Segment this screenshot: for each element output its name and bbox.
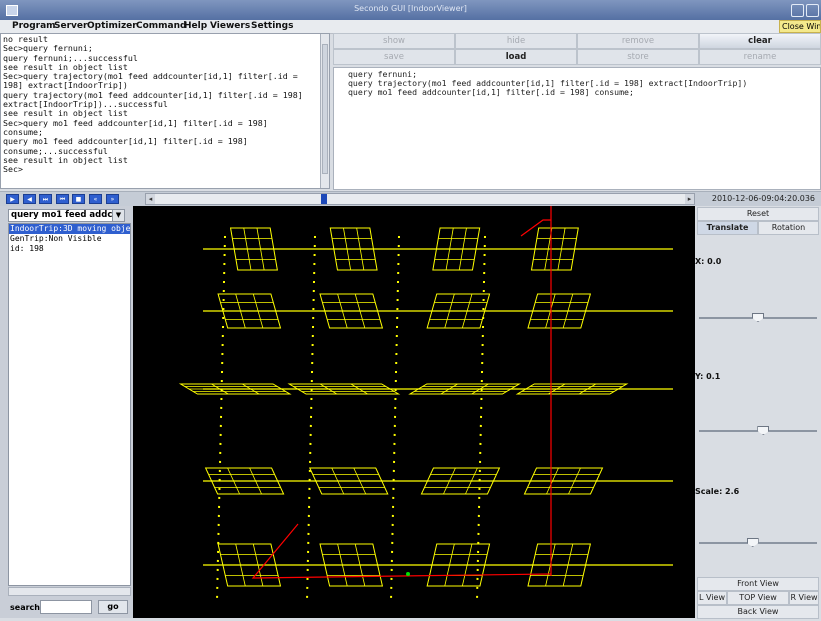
back-view-button[interactable]: Back View bbox=[697, 605, 819, 619]
time-label: 2010-12-06-09:04:20.036 bbox=[711, 194, 815, 203]
query-combo[interactable]: query mo1 feed addco... ▼ bbox=[8, 209, 125, 222]
x-slider-thumb[interactable] bbox=[752, 313, 764, 322]
skip-forward-icon[interactable]: ⏭ bbox=[39, 194, 52, 204]
console-scroll-thumb[interactable] bbox=[322, 44, 328, 174]
x-slider[interactable] bbox=[699, 313, 817, 323]
chevron-down-icon[interactable]: ▼ bbox=[112, 210, 124, 221]
close-window-button[interactable]: Close Wind bbox=[779, 20, 821, 33]
indoor-3d-viewer[interactable] bbox=[133, 206, 695, 618]
title-bar: Secondo GUI [IndoorViewer] bbox=[0, 0, 821, 20]
minimize-icon[interactable] bbox=[791, 4, 804, 17]
r-view-button[interactable]: R View bbox=[789, 591, 819, 605]
view-control-panel: Reset Translate Rotation X: 0.0 Y: 0.1 S… bbox=[695, 206, 821, 619]
console-text: no result Sec>query fernuni; query fernu… bbox=[3, 34, 303, 175]
time-slider-knob[interactable] bbox=[320, 194, 327, 204]
stair-column-2 bbox=[390, 235, 400, 602]
y-label: Y: 0.1 bbox=[695, 372, 721, 381]
maximize-icon[interactable] bbox=[806, 4, 819, 17]
reset-button[interactable]: Reset bbox=[697, 207, 819, 221]
y-slider[interactable] bbox=[699, 426, 817, 436]
store-button[interactable]: store bbox=[577, 49, 699, 65]
floorplan-canvas bbox=[178, 206, 673, 602]
tab-rotation[interactable]: Rotation bbox=[758, 221, 819, 235]
x-label: X: 0.0 bbox=[695, 257, 722, 266]
scale-label: Scale: 2.6 bbox=[695, 487, 740, 496]
query-combo-value: query mo1 feed addco... bbox=[11, 210, 125, 220]
load-button[interactable]: load bbox=[455, 49, 577, 65]
search-row: search go bbox=[8, 600, 131, 616]
window-title: Secondo GUI [IndoorViewer] bbox=[354, 4, 467, 13]
menu-viewers[interactable]: Viewers bbox=[210, 21, 250, 31]
scale-slider-thumb[interactable] bbox=[746, 538, 759, 547]
front-view-button[interactable]: Front View bbox=[697, 577, 819, 591]
object-button-grid: show hide remove clear save load store r… bbox=[333, 33, 821, 67]
tab-translate[interactable]: Translate bbox=[697, 221, 758, 235]
console-scrollbar[interactable] bbox=[320, 34, 329, 188]
menu-program[interactable]: Program bbox=[12, 21, 56, 31]
search-input[interactable] bbox=[40, 600, 92, 614]
object-panel: query mo1 feed addco... ▼ IndoorTrip:3D … bbox=[0, 206, 133, 618]
command-console[interactable]: no result Sec>query fernuni; query fernu… bbox=[0, 33, 330, 189]
scale-slider[interactable] bbox=[699, 538, 817, 548]
fast-forward-icon[interactable]: » bbox=[106, 194, 119, 204]
go-button[interactable]: go bbox=[98, 600, 128, 614]
play-icon[interactable]: ▶ bbox=[6, 194, 19, 204]
skip-back-icon[interactable]: ⏮ bbox=[56, 194, 69, 204]
rewind-icon[interactable]: « bbox=[89, 194, 102, 204]
trajectory-bottom bbox=[251, 523, 552, 579]
stair-column-3 bbox=[476, 235, 486, 602]
object-list-scrollbar[interactable] bbox=[8, 587, 131, 596]
moving-object-marker bbox=[406, 572, 410, 576]
top-view-button[interactable]: TOP View bbox=[727, 591, 789, 605]
query-history[interactable]: query fernuni; query trajectory(mo1 feed… bbox=[333, 67, 821, 190]
menu-bar: Program Server Optimizer Command Help Vi… bbox=[0, 20, 821, 34]
stair-column-1 bbox=[306, 235, 316, 602]
rename-button[interactable]: rename bbox=[699, 49, 821, 65]
time-slider[interactable]: ◂ ▸ bbox=[145, 193, 695, 205]
list-item[interactable]: id: 198 bbox=[9, 244, 130, 254]
hide-button[interactable]: hide bbox=[455, 33, 577, 49]
menu-command[interactable]: Command bbox=[136, 21, 186, 31]
save-button[interactable]: save bbox=[333, 49, 455, 65]
search-label: search bbox=[10, 603, 40, 612]
stop-icon[interactable]: ■ bbox=[72, 194, 85, 204]
time-slider-left-arrow[interactable]: ◂ bbox=[146, 194, 155, 204]
step-back-icon[interactable]: ◀ bbox=[23, 194, 36, 204]
history-text: query fernuni; query trajectory(mo1 feed… bbox=[348, 69, 748, 98]
menu-server[interactable]: Server bbox=[54, 21, 87, 31]
clear-button[interactable]: clear bbox=[699, 33, 821, 49]
list-item[interactable]: GenTrip:Non Visible bbox=[9, 234, 130, 244]
l-view-button[interactable]: L View bbox=[697, 591, 727, 605]
list-item[interactable]: IndoorTrip:3D moving obje bbox=[9, 224, 130, 234]
menu-help[interactable]: Help bbox=[184, 21, 207, 31]
remove-button[interactable]: remove bbox=[577, 33, 699, 49]
object-list[interactable]: IndoorTrip:3D moving obje GenTrip:Non Vi… bbox=[8, 223, 131, 586]
time-slider-right-arrow[interactable]: ▸ bbox=[685, 194, 694, 204]
show-button[interactable]: show bbox=[333, 33, 455, 49]
y-slider-thumb[interactable] bbox=[757, 426, 770, 435]
menu-settings[interactable]: Settings bbox=[251, 21, 293, 31]
menu-optimizer[interactable]: Optimizer bbox=[87, 21, 137, 31]
